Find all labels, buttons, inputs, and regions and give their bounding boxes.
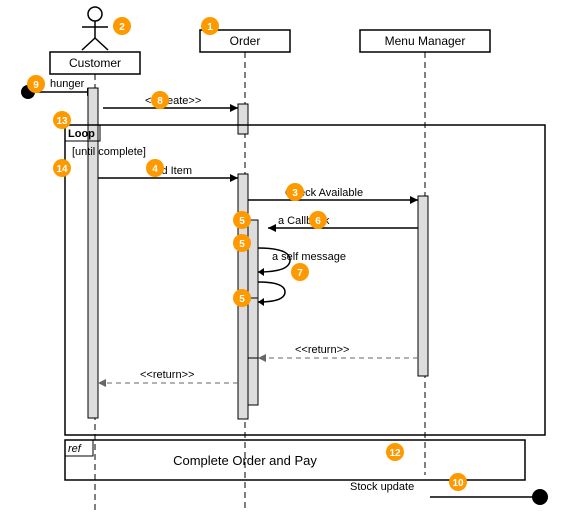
badge-10-text: 10 [452,478,464,489]
badge-5c-text: 5 [239,294,245,305]
sequence-diagram: Customer Order Menu Manager hunger <<cre… [0,0,564,519]
return1-label: <<return>> [295,344,349,356]
badge-7-text: 7 [297,268,303,279]
hunger-label: hunger [50,78,85,90]
order-activation-create [238,104,248,134]
badge-2-text: 2 [119,22,125,33]
order-label: Order [230,34,261,48]
self-message-label: a self message [272,251,346,263]
self-message-arrowhead [258,268,264,276]
menu-manager-activation [418,196,428,376]
loop-frame [65,125,545,435]
badge-5a-text: 5 [239,216,245,227]
loop-label-text: Loop [68,128,95,140]
badge-9-text: 9 [33,80,39,91]
badge-13-text: 13 [56,116,68,127]
customer-actor-leg-left [82,38,95,50]
badge-4-text: 4 [152,164,158,175]
badge-6-text: 6 [315,216,321,227]
self-return-arrow [258,282,285,302]
stock-update-label: Stock update [350,481,414,493]
badge-3-text: 3 [292,188,298,199]
loop-condition-text: [until complete] [72,146,146,158]
add-item-arrowhead [230,174,238,182]
badge-1-text: 1 [207,22,213,33]
menu-manager-label: Menu Manager [385,34,466,48]
ref-label-text: ref [68,443,82,455]
customer-label: Customer [69,56,121,70]
stock-update-end-dot [532,489,548,505]
customer-actor-leg-right [95,38,108,50]
create-arrowhead [230,104,238,112]
diagram-svg: Customer Order Menu Manager hunger <<cre… [0,0,564,519]
badge-8-text: 8 [157,96,163,107]
badge-5b-text: 5 [239,239,245,250]
self-return-arrowhead [258,298,264,306]
return2-arrowhead [98,379,106,387]
ref-content-label: Complete Order and Pay [173,453,317,468]
customer-actor-head [88,7,102,21]
return1-arrowhead [258,354,266,362]
badge-12-text: 12 [389,448,401,459]
return2-label: <<return>> [140,369,194,381]
check-available-arrowhead [410,196,418,204]
callback-arrowhead [268,224,276,232]
badge-14-text: 14 [56,164,68,175]
order-activation-third [248,298,258,358]
